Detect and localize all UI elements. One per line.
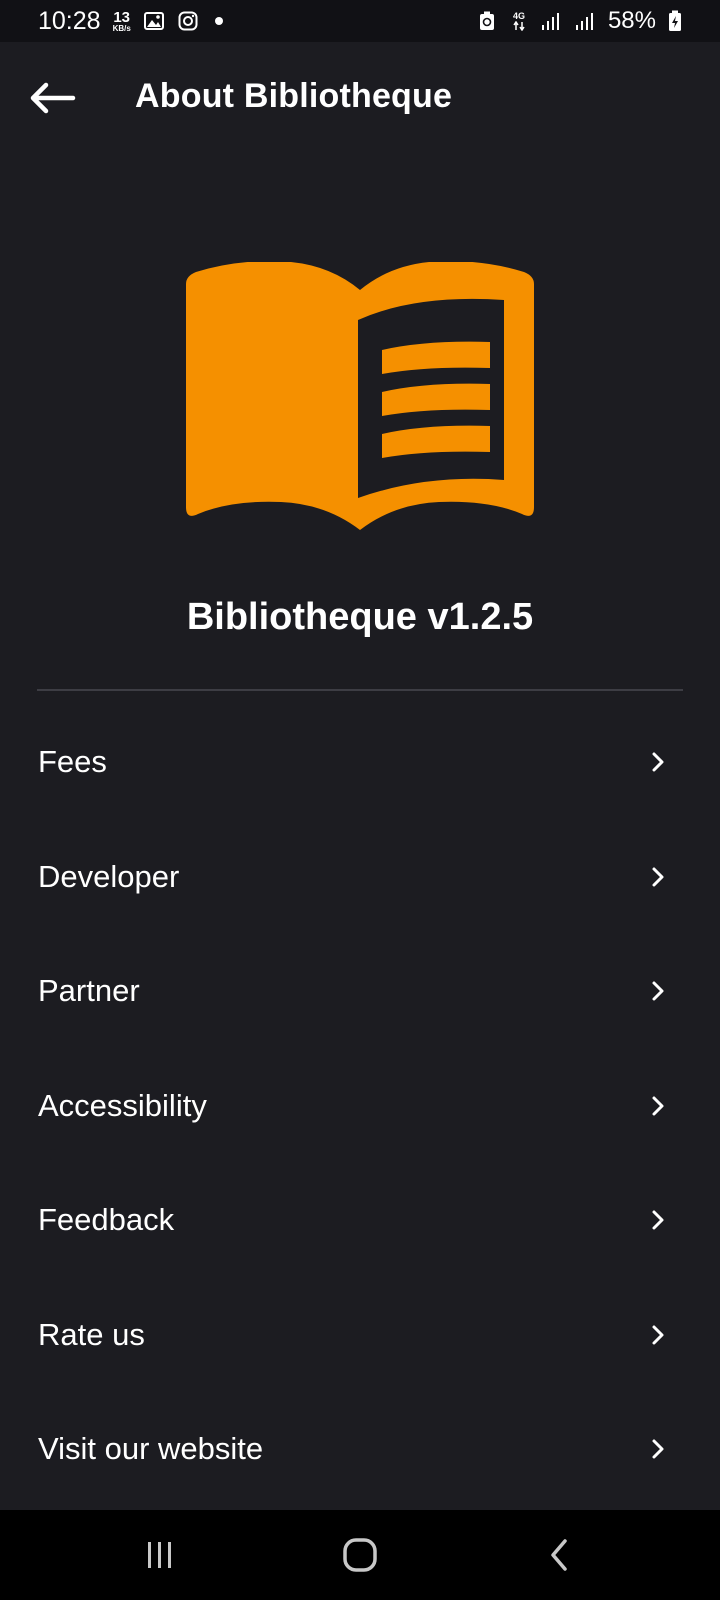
- instagram-notification-icon: [177, 10, 199, 32]
- page-title: About Bibliotheque: [135, 77, 453, 115]
- gallery-notification-icon: [143, 10, 165, 32]
- menu-item-label: Fees: [38, 744, 107, 780]
- chevron-right-icon: [646, 1323, 670, 1347]
- menu-item-label: Accessibility: [38, 1087, 207, 1123]
- menu-item-label: Partner: [38, 973, 140, 1009]
- signal-strength-icon-2: [574, 10, 596, 32]
- menu-item-rate-us[interactable]: Rate us: [0, 1278, 720, 1393]
- app-bar: About Bibliotheque: [0, 42, 720, 154]
- chevron-right-icon: [646, 750, 670, 774]
- recent-apps-button[interactable]: [125, 1525, 195, 1585]
- home-icon: [343, 1538, 377, 1572]
- battery-saver-icon: [476, 10, 498, 32]
- chevron-right-icon: [646, 979, 670, 1003]
- status-right: 4G 58%: [476, 7, 682, 35]
- menu-item-fees[interactable]: Fees: [0, 705, 720, 820]
- status-bar: 10:28 13 KB/s 4G 58%: [0, 0, 720, 42]
- about-menu: Fees Developer Partner Accessibility Fee…: [0, 705, 720, 1507]
- network-speed: 13 KB/s: [113, 10, 131, 33]
- chevron-right-icon: [646, 1094, 670, 1118]
- arrow-left-icon: [30, 82, 76, 114]
- recent-apps-icon: [148, 1542, 171, 1568]
- menu-item-visit-website[interactable]: Visit our website: [0, 1392, 720, 1507]
- menu-item-label: Developer: [38, 858, 180, 894]
- network-speed-value: 13: [113, 8, 131, 26]
- divider: [37, 689, 683, 691]
- more-notifications-dot-icon: [214, 17, 223, 25]
- network-type: 4G: [512, 10, 525, 21]
- menu-item-accessibility[interactable]: Accessibility: [0, 1049, 720, 1164]
- menu-item-label: Feedback: [38, 1202, 175, 1238]
- status-left: 10:28 13 KB/s: [38, 7, 223, 36]
- battery-charging-icon: [668, 10, 682, 32]
- home-button[interactable]: [325, 1525, 395, 1585]
- back-icon: [551, 1539, 567, 1571]
- menu-item-partner[interactable]: Partner: [0, 934, 720, 1049]
- chevron-right-icon: [646, 865, 670, 889]
- battery-percentage: 58%: [607, 7, 656, 34]
- chevron-right-icon: [646, 1208, 670, 1232]
- system-back-button[interactable]: [525, 1525, 595, 1585]
- signal-strength-icon-1: [540, 10, 562, 32]
- system-nav-bar: [0, 1510, 720, 1600]
- network-speed-unit: KB/s: [112, 23, 131, 33]
- menu-item-label: Visit our website: [38, 1431, 264, 1467]
- app-logo-open-book-icon: [186, 261, 534, 532]
- menu-item-feedback[interactable]: Feedback: [0, 1163, 720, 1278]
- menu-item-label: Rate us: [38, 1316, 145, 1352]
- network-4g-icon: 4G: [510, 10, 528, 32]
- back-button[interactable]: [24, 70, 80, 126]
- app-version: Bibliotheque v1.2.5: [186, 596, 534, 638]
- menu-item-developer[interactable]: Developer: [0, 820, 720, 935]
- status-clock: 10:28: [38, 6, 101, 35]
- chevron-right-icon: [646, 1437, 670, 1461]
